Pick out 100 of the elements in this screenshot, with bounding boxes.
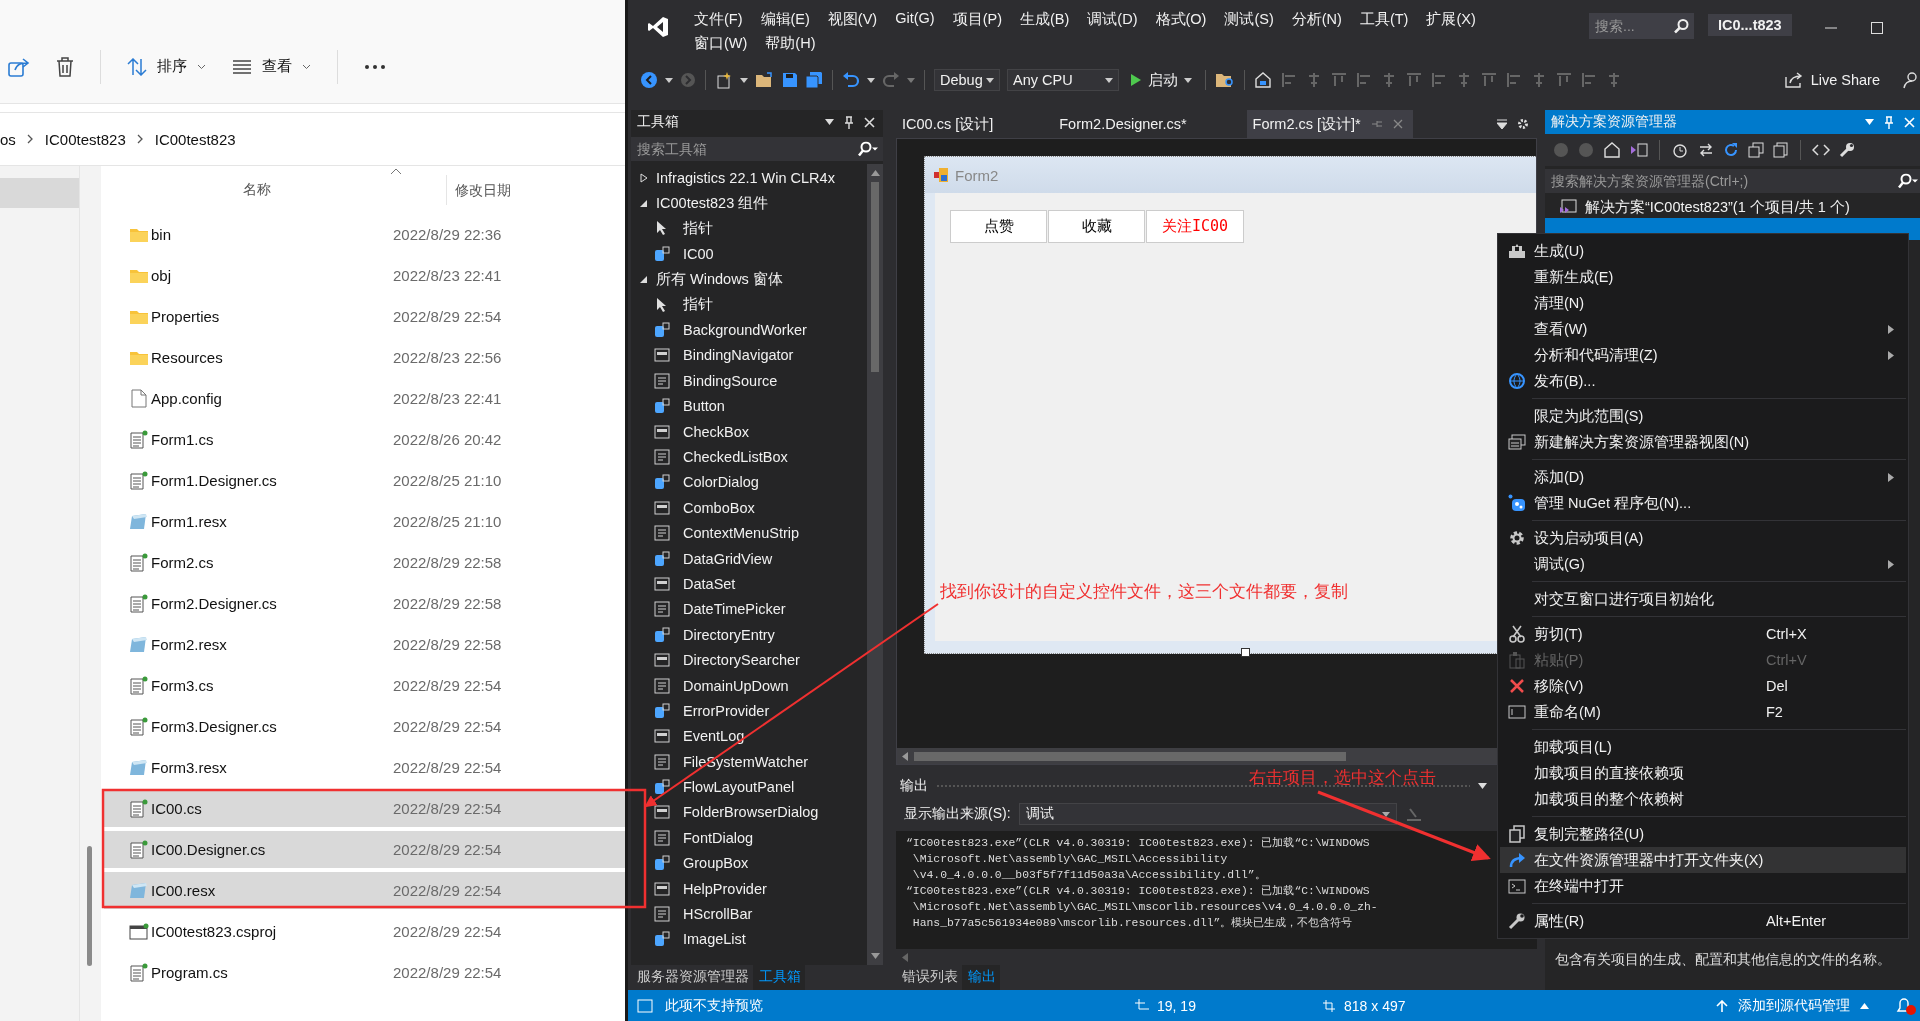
settings-icon[interactable] — [1517, 118, 1529, 130]
toolbox-item[interactable]: BindingSource — [631, 368, 867, 394]
menu-item[interactable]: 添加(D) — [1500, 464, 1906, 490]
toolbox-item[interactable]: FolderBrowserDialog — [631, 799, 867, 826]
scroll-left-icon[interactable] — [902, 952, 908, 962]
file-row[interactable]: Form2.resx 2022/8/29 22:58 — [104, 626, 625, 663]
expanded-arrow-icon[interactable] — [639, 198, 649, 209]
form-button[interactable]: 关注IC00 — [1146, 210, 1244, 243]
file-row[interactable]: Form3.cs 2022/8/29 22:54 — [104, 667, 625, 704]
search-field[interactable]: 搜索工具箱 — [631, 137, 883, 161]
toolbox-item[interactable]: CheckedListBox — [631, 444, 867, 470]
search-field[interactable]: 搜索解决方案资源管理器(Ctrl+;) — [1545, 169, 1920, 193]
refresh-icon[interactable] — [1723, 142, 1739, 158]
menu-item[interactable]: 新建解决方案资源管理器视图(N) — [1500, 429, 1906, 455]
menu-item[interactable]: 分析(N) — [1282, 8, 1351, 31]
align-icon[interactable] — [1331, 72, 1347, 88]
caret-icon[interactable] — [665, 77, 673, 83]
menu-item[interactable]: 扩展(X) — [1417, 8, 1485, 31]
toolbox-item[interactable]: 指针 — [631, 291, 867, 318]
share-icon[interactable] — [8, 56, 30, 77]
toolbox-item[interactable]: GroupBox — [631, 850, 867, 876]
toolbox-item[interactable]: ErrorProvider — [631, 698, 867, 724]
scroll-up-icon[interactable] — [870, 170, 880, 176]
align-icon[interactable] — [1356, 72, 1372, 88]
menu-item[interactable]: 设为启动项目(A) — [1500, 525, 1906, 551]
undo-icon[interactable] — [842, 72, 860, 88]
menu-item[interactable]: 管理 NuGet 程序包(N)... — [1500, 490, 1906, 516]
toolbox-item[interactable]: 指针 — [631, 215, 867, 242]
file-row[interactable]: IC00.resx 2022/8/29 22:54 — [104, 872, 625, 909]
toolbox-group[interactable]: IC00test823 组件 — [656, 193, 769, 213]
toolbox-item[interactable]: DataSet — [631, 571, 867, 597]
sort-button[interactable]: 排序 — [127, 57, 206, 76]
collapse-icon[interactable] — [1748, 142, 1764, 158]
align-icon[interactable] — [1606, 72, 1622, 88]
toolbox-item[interactable]: ContextMenuStrip — [631, 520, 867, 546]
form-button[interactable]: 收藏 — [1048, 210, 1145, 243]
scrollbar[interactable] — [867, 164, 883, 965]
menu-item[interactable]: Git(G) — [886, 8, 944, 31]
home-icon[interactable] — [1603, 142, 1621, 158]
align-icon[interactable] — [1281, 72, 1297, 88]
file-row[interactable]: IC00.Designer.cs 2022/8/29 22:54 — [104, 831, 625, 868]
home-icon[interactable] — [1254, 72, 1272, 88]
file-row[interactable]: Form2.Designer.cs 2022/8/29 22:58 — [104, 585, 625, 622]
toolbox-item[interactable]: ComboBox — [631, 495, 867, 521]
start-button[interactable]: 启动 — [1126, 70, 1196, 90]
toolbox-item[interactable]: DomainUpDown — [631, 672, 867, 699]
menu-item[interactable]: 在终端中打开 — [1500, 873, 1906, 899]
menu-item[interactable]: 复制完整路径(U) — [1500, 821, 1906, 847]
view-button[interactable]: 查看 — [232, 57, 311, 76]
align-icon[interactable] — [1481, 72, 1497, 88]
file-row[interactable]: Form1.Designer.cs 2022/8/25 21:10 — [104, 462, 625, 499]
toolbox-item[interactable]: DirectoryEntry — [631, 622, 867, 648]
toolbox-item[interactable]: DataGridView — [631, 545, 867, 572]
menu-item[interactable]: 帮助(H) — [756, 32, 825, 55]
menu-item[interactable]: 清理(N) — [1500, 290, 1906, 316]
dropdown-icon[interactable] — [1497, 119, 1507, 129]
code-icon[interactable] — [1812, 144, 1830, 156]
menu-item[interactable]: 工具(T) — [1350, 8, 1418, 31]
menu-item[interactable]: 卸载项目(L) — [1500, 734, 1906, 760]
menu-item[interactable]: 生成(B) — [1011, 8, 1079, 31]
menu-item[interactable]: 查看(W) — [1500, 316, 1906, 342]
switch-view-icon[interactable] — [1630, 142, 1648, 158]
source-control-button[interactable]: 添加到源代码管理 — [1716, 996, 1869, 1015]
toolbox-item[interactable]: IC00 — [631, 241, 867, 267]
collapsed-arrow-icon[interactable] — [639, 172, 649, 183]
menu-item[interactable]: 视图(V) — [818, 8, 887, 31]
notification-bell-icon[interactable] — [1895, 995, 1917, 1016]
toolbox-item[interactable]: DirectorySearcher — [631, 647, 867, 673]
align-icon[interactable] — [1556, 72, 1572, 88]
toolbox-item[interactable]: EventLog — [631, 723, 867, 749]
open-folder-icon[interactable] — [755, 72, 775, 88]
scroll-left-icon[interactable] — [902, 751, 908, 761]
toolbox-item[interactable]: HelpProvider — [631, 875, 867, 902]
toolbox-item[interactable]: BindingNavigator — [631, 342, 867, 369]
document-tab[interactable]: IC00.cs [设计] — [896, 110, 1004, 138]
menu-item[interactable]: 编辑(E) — [751, 8, 819, 31]
redo-icon[interactable] — [882, 72, 900, 88]
menu-item[interactable]: 移除(V) Del — [1500, 673, 1906, 699]
panel-tab[interactable]: 工具箱 — [753, 965, 805, 990]
platform-dropdown[interactable]: Any CPU — [1007, 69, 1119, 91]
caret-icon[interactable] — [740, 77, 748, 83]
output-source-dropdown[interactable]: 调试 — [1018, 803, 1397, 825]
save-icon[interactable] — [782, 72, 798, 88]
address-bar[interactable]: os IC00test823 IC00test823 — [0, 112, 625, 166]
align-icon[interactable] — [1381, 72, 1397, 88]
menu-item[interactable]: 剪切(T) Ctrl+X — [1500, 621, 1906, 647]
toolbox-group[interactable]: 所有 Windows 窗体 — [656, 269, 783, 289]
person-icon[interactable] — [1903, 71, 1917, 89]
resize-handle[interactable] — [1241, 648, 1250, 657]
toolbox-item[interactable]: ImageList — [631, 926, 867, 953]
column-header[interactable]: 修改日期 — [446, 175, 511, 205]
menu-item[interactable]: 调试(D) — [1078, 8, 1147, 31]
configuration-dropdown[interactable]: Debug — [934, 69, 1000, 91]
file-row[interactable]: Resources 2022/8/23 22:56 — [104, 339, 625, 376]
menu-item[interactable]: 对交互窗口进行项目初始化 — [1500, 586, 1906, 612]
toolbox-item[interactable]: FontDialog — [631, 825, 867, 851]
menu-item[interactable]: 属性(R) Alt+Enter — [1500, 908, 1906, 934]
copy-icon[interactable] — [1773, 142, 1789, 158]
menu-item[interactable]: 窗口(W) — [685, 32, 757, 55]
file-row[interactable]: Program.cs 2022/8/29 22:54 — [104, 954, 625, 991]
